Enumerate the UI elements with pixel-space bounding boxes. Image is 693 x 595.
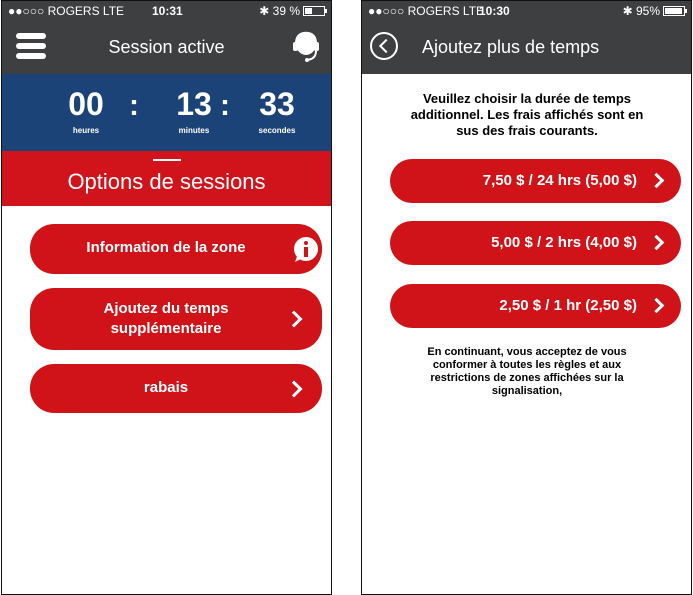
options-header[interactable]: Options de sessions bbox=[2, 151, 331, 206]
timer-seconds: 33 secondes bbox=[242, 86, 312, 135]
status-time: 10:30 bbox=[479, 4, 510, 18]
seconds-label: secondes bbox=[258, 126, 296, 135]
option-label: 7,50 $ / 24 hrs (5,00 $) bbox=[482, 172, 637, 189]
discount-button[interactable]: rabais bbox=[30, 364, 322, 413]
carrier-label: ●●○○○ ROGERS LTE bbox=[368, 4, 485, 18]
intro-text: Veuillez choisir la durée de temps addit… bbox=[372, 91, 682, 139]
add-time-label-line2: supplémentaire bbox=[110, 320, 222, 337]
add-time-screen: ●●○○○ ROGERS LTE 10:30 ✱ 95% Ajoutez plu… bbox=[361, 0, 692, 595]
drag-handle[interactable] bbox=[153, 159, 181, 161]
battery-status: ✱ 95% bbox=[622, 4, 687, 18]
option-24h-button[interactable]: 7,50 $ / 24 hrs (5,00 $) bbox=[390, 159, 681, 203]
intro-line: Veuillez choisir la durée de temps bbox=[422, 91, 632, 106]
timer-hours: 00 heures bbox=[51, 86, 121, 135]
minutes-label: minutes bbox=[178, 126, 210, 135]
terms-line: restrictions de zones affichées sur la bbox=[430, 372, 624, 384]
status-bar: ●●○○○ ROGERS LTE 10:31 ✱ 39 % bbox=[2, 1, 331, 21]
option-2h-button[interactable]: 5,00 $ / 2 hrs (4,00 $) bbox=[390, 221, 681, 265]
chevron-right-icon bbox=[648, 172, 665, 189]
battery-percent: ✱ 95% bbox=[622, 4, 660, 18]
add-time-button[interactable]: Ajoutez du temps supplémentaire bbox=[30, 288, 322, 350]
battery-status: ✱ 39 % bbox=[259, 4, 327, 18]
info-icon bbox=[294, 237, 318, 262]
session-timer: 00 heures : 13 minutes : 33 secondes bbox=[2, 74, 331, 151]
hours-label: heures bbox=[72, 126, 100, 135]
minutes-value: 13 bbox=[176, 86, 212, 122]
nav-bar: Ajoutez plus de temps bbox=[362, 21, 691, 74]
option-1h-button[interactable]: 2,50 $ / 1 hr (2,50 $) bbox=[390, 284, 681, 328]
back-circle-icon[interactable] bbox=[370, 32, 398, 60]
carrier-label: ●●○○○ ROGERS LTE bbox=[8, 4, 125, 18]
timer-minutes: 13 minutes bbox=[159, 86, 229, 135]
battery-icon bbox=[663, 6, 687, 16]
page-title: Ajoutez plus de temps bbox=[422, 37, 600, 57]
add-time-label-line1: Ajoutez du temps bbox=[103, 300, 229, 317]
option-label: 5,00 $ / 2 hrs (4,00 $) bbox=[491, 234, 637, 251]
intro-line: additionnel. Les frais affichés sont en bbox=[410, 107, 644, 122]
battery-icon bbox=[303, 6, 327, 16]
terms-line: En continuant, vous acceptez de vous bbox=[427, 346, 627, 358]
option-label: 2,50 $ / 1 hr (2,50 $) bbox=[499, 297, 637, 314]
terms-line: signalisation, bbox=[491, 385, 563, 397]
hours-value: 00 bbox=[68, 86, 104, 122]
chevron-right-icon bbox=[285, 380, 303, 397]
session-active-screen: ●●○○○ ROGERS LTE 10:31 ✱ 39 % Session ac… bbox=[1, 0, 332, 595]
discount-label: rabais bbox=[143, 379, 189, 396]
page-title: Session active bbox=[108, 37, 225, 57]
headset-support-icon[interactable] bbox=[293, 31, 319, 63]
battery-percent: ✱ 39 % bbox=[259, 4, 300, 18]
options-title: Options de sessions bbox=[67, 169, 266, 194]
timer-separator: : bbox=[129, 89, 139, 122]
intro-line: sus des frais courants. bbox=[456, 123, 598, 138]
zone-information-button[interactable]: Information de la zone bbox=[30, 224, 322, 274]
chevron-right-icon bbox=[648, 297, 665, 314]
chevron-right-icon bbox=[648, 234, 665, 251]
timer-separator: : bbox=[220, 89, 230, 122]
status-bar: ●●○○○ ROGERS LTE 10:30 ✱ 95% bbox=[362, 1, 691, 21]
terms-line: conformer à toutes les règles et aux bbox=[432, 359, 622, 371]
seconds-value: 33 bbox=[259, 86, 295, 122]
terms-text: En continuant, vous acceptez de vous con… bbox=[372, 346, 682, 398]
nav-bar: Session active bbox=[2, 21, 331, 74]
zone-information-label: Information de la zone bbox=[86, 239, 246, 256]
status-time: 10:31 bbox=[152, 4, 183, 18]
